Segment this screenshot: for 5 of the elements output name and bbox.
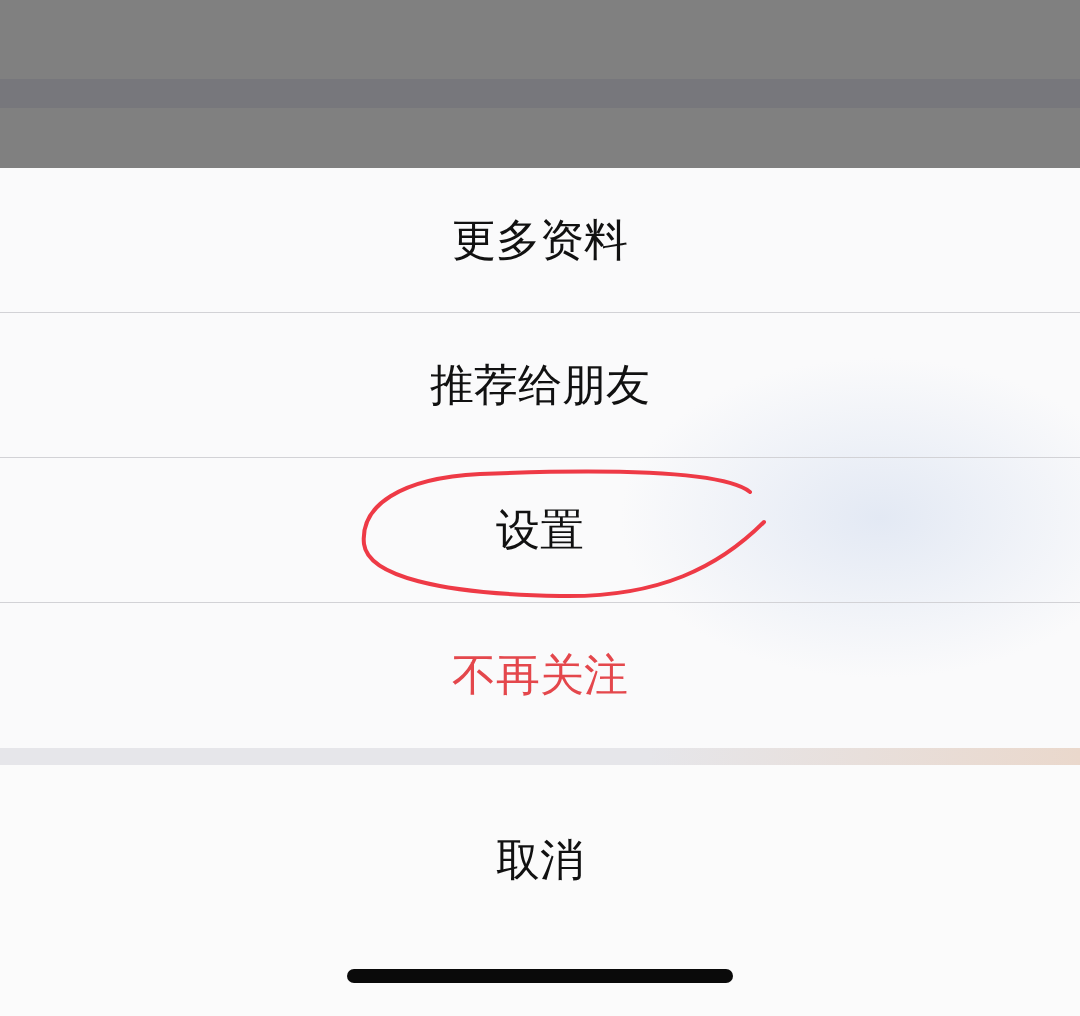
menu-option[interactable]: 设置 (0, 458, 1080, 603)
menu-option[interactable]: 不再关注 (0, 603, 1080, 748)
menu-option[interactable]: 推荐给朋友 (0, 313, 1080, 458)
menu-option[interactable]: 更多资料 (0, 168, 1080, 313)
cancel-button[interactable]: 取消 (0, 765, 1080, 955)
